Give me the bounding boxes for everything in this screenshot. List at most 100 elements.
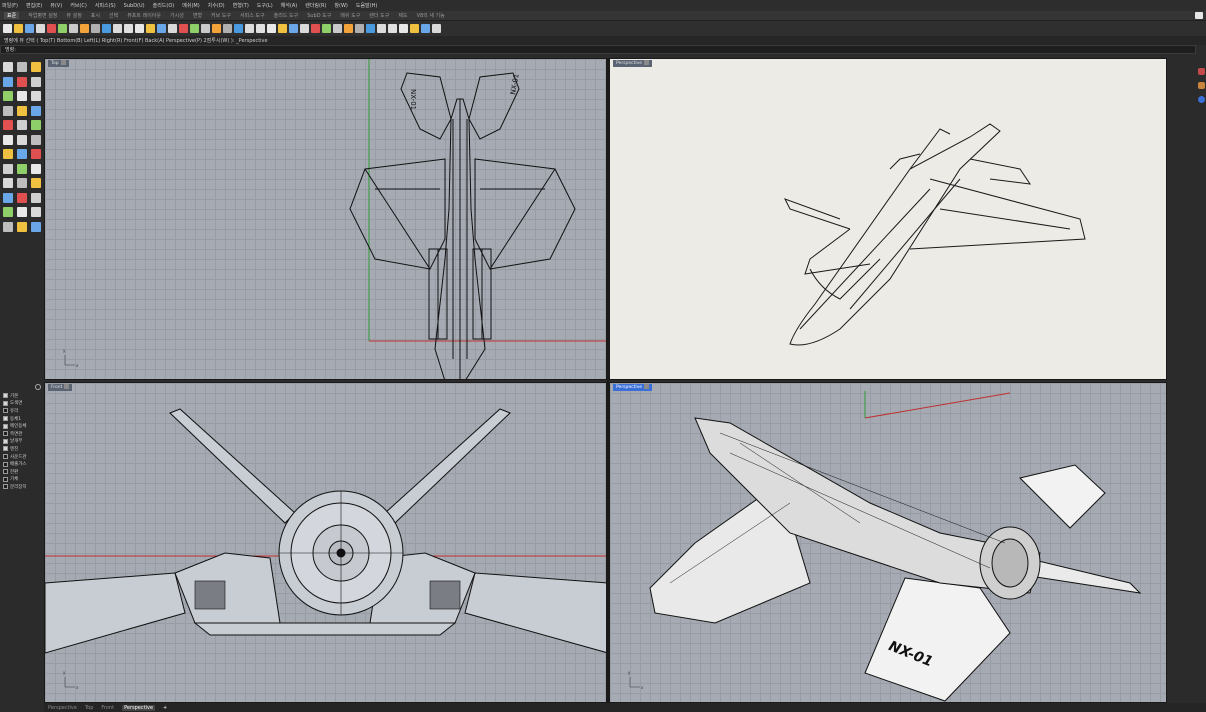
- modeling-tool-icon[interactable]: [3, 105, 13, 116]
- toolbar-tool-icon[interactable]: [300, 24, 309, 33]
- toolbar-tool-icon[interactable]: [344, 24, 353, 33]
- modeling-tool-icon[interactable]: [3, 221, 13, 232]
- chevron-down-icon[interactable]: [64, 384, 70, 389]
- toolbar-tool-icon[interactable]: [91, 24, 100, 33]
- add-viewport-tab-icon[interactable]: +: [163, 705, 167, 711]
- toolbar-tool-icon[interactable]: [58, 24, 67, 33]
- toolbar-tool-icon[interactable]: [25, 24, 34, 33]
- modeling-tool-icon[interactable]: [3, 120, 13, 130]
- modeling-tool-icon[interactable]: [3, 163, 13, 174]
- menu-item[interactable]: 렌더링(R): [305, 2, 326, 9]
- gear-icon[interactable]: [35, 384, 41, 390]
- toolbar-tool-icon[interactable]: [410, 24, 419, 33]
- modeling-tool-icon[interactable]: [3, 149, 13, 159]
- menu-item[interactable]: 편집(E): [26, 2, 42, 9]
- toolbar-tool-icon[interactable]: [245, 24, 254, 33]
- menu-item[interactable]: 변형(T): [233, 2, 249, 9]
- menu-item[interactable]: 솔리드(O): [153, 2, 175, 9]
- toolbar-tool-icon[interactable]: [223, 24, 232, 33]
- toolbar-tool-icon[interactable]: [14, 24, 23, 33]
- modeling-tool-icon[interactable]: [31, 163, 41, 174]
- menu-item[interactable]: 서피스(S): [95, 2, 116, 9]
- window-restore-button[interactable]: [1195, 12, 1203, 19]
- toolbar-tool-icon[interactable]: [377, 24, 386, 33]
- menu-item[interactable]: 도움말(H): [356, 2, 377, 9]
- toolbar-tool-icon[interactable]: [80, 24, 89, 33]
- modeling-tool-icon[interactable]: [17, 134, 27, 145]
- menu-item[interactable]: 커브(C): [70, 2, 87, 9]
- toolbar-tab[interactable]: 작업평면 설정: [28, 12, 57, 19]
- modeling-tool-icon[interactable]: [31, 192, 41, 203]
- toolbar-tool-icon[interactable]: [322, 24, 331, 33]
- layer-item[interactable]: 배출가스: [0, 460, 44, 468]
- modeling-tool-icon[interactable]: [17, 149, 27, 159]
- toolbar-tab[interactable]: 뷰 설정: [66, 12, 81, 19]
- toolbar-tab[interactable]: 솔리드 도구: [274, 12, 299, 19]
- layer-item[interactable]: 도색면: [0, 400, 44, 408]
- viewport-title-perspective-active[interactable]: Perspective: [613, 384, 653, 391]
- modeling-tool-icon[interactable]: [31, 134, 41, 145]
- modeling-tool-icon[interactable]: [17, 76, 27, 87]
- modeling-tool-icon[interactable]: [3, 178, 13, 188]
- layer-item[interactable]: 유리: [0, 407, 44, 415]
- layer-item[interactable]: 엔진: [0, 445, 44, 453]
- menu-item[interactable]: 치수(D): [208, 2, 225, 9]
- layer-item[interactable]: 메인동체: [0, 422, 44, 430]
- modeling-tool-icon[interactable]: [17, 207, 27, 217]
- toolbar-tool-icon[interactable]: [124, 24, 133, 33]
- viewport-title-front[interactable]: Front: [48, 384, 73, 391]
- layer-visibility-checkbox[interactable]: [3, 469, 8, 475]
- layer-visibility-checkbox[interactable]: [3, 400, 8, 406]
- viewport-perspective-render[interactable]: Perspective: [609, 58, 1167, 380]
- chevron-down-icon[interactable]: [644, 384, 650, 389]
- toolbar-tool-icon[interactable]: [102, 24, 111, 33]
- layer-visibility-checkbox[interactable]: [3, 476, 8, 482]
- properties-icon[interactable]: [1198, 82, 1205, 89]
- viewport-front[interactable]: Front x y: [44, 382, 607, 703]
- viewport-tab[interactable]: Top: [85, 705, 93, 711]
- modeling-tool-icon[interactable]: [31, 207, 41, 217]
- menu-item[interactable]: 뷰(V): [50, 2, 62, 9]
- toolbar-tool-icon[interactable]: [421, 24, 430, 33]
- menu-item[interactable]: 해석(A): [281, 2, 298, 9]
- layer-item[interactable]: 기본: [0, 392, 44, 400]
- toolbar-tool-icon[interactable]: [399, 24, 408, 33]
- viewport-title-perspective[interactable]: Perspective: [613, 60, 653, 67]
- toolbar-tool-icon[interactable]: [333, 24, 342, 33]
- toolbar-tab[interactable]: 메쉬 도구: [340, 12, 360, 19]
- modeling-tool-icon[interactable]: [31, 149, 41, 159]
- modeling-tool-icon[interactable]: [17, 105, 27, 116]
- viewport-splitter[interactable]: [607, 58, 609, 703]
- layer-visibility-checkbox[interactable]: [3, 423, 8, 429]
- toolbar-tool-icon[interactable]: [267, 24, 276, 33]
- modeling-tool-icon[interactable]: [17, 178, 27, 188]
- toolbar-tool-icon[interactable]: [146, 24, 155, 33]
- toolbar-tab[interactable]: V8의 새 기능: [417, 12, 445, 19]
- toolbar-tool-icon[interactable]: [190, 24, 199, 33]
- toolbar-tool-icon[interactable]: [179, 24, 188, 33]
- toolbar-tool-icon[interactable]: [47, 24, 56, 33]
- modeling-tool-icon[interactable]: [31, 62, 41, 72]
- menu-item[interactable]: 창(W): [334, 2, 347, 9]
- toolbar-tool-icon[interactable]: [278, 24, 287, 33]
- toolbar-tab[interactable]: 가시성: [170, 12, 184, 19]
- layers-icon[interactable]: [1198, 68, 1205, 75]
- modeling-tool-icon[interactable]: [3, 207, 13, 217]
- viewport-top[interactable]: Top NX-01 NX-01 x y: [44, 58, 607, 380]
- toolbar-tool-icon[interactable]: [234, 24, 243, 33]
- layer-item[interactable]: 사운드관: [0, 453, 44, 461]
- toolbar-tab[interactable]: 렌더 도구: [369, 12, 389, 19]
- toolbar-tool-icon[interactable]: [36, 24, 45, 33]
- modeling-tool-icon[interactable]: [31, 178, 41, 188]
- toolbar-tool-icon[interactable]: [311, 24, 320, 33]
- menu-item[interactable]: SubD(U): [124, 3, 145, 9]
- toolbar-tab[interactable]: 변형: [193, 12, 202, 19]
- modeling-tool-icon[interactable]: [17, 91, 27, 101]
- toolbar-tool-icon[interactable]: [212, 24, 221, 33]
- modeling-tool-icon[interactable]: [3, 62, 13, 72]
- toolbar-tool-icon[interactable]: [355, 24, 364, 33]
- viewport-perspective-active[interactable]: Perspective NX-01 x y: [609, 382, 1167, 703]
- layer-visibility-checkbox[interactable]: [3, 454, 8, 460]
- modeling-tool-icon[interactable]: [31, 91, 41, 101]
- layer-visibility-checkbox[interactable]: [3, 446, 8, 452]
